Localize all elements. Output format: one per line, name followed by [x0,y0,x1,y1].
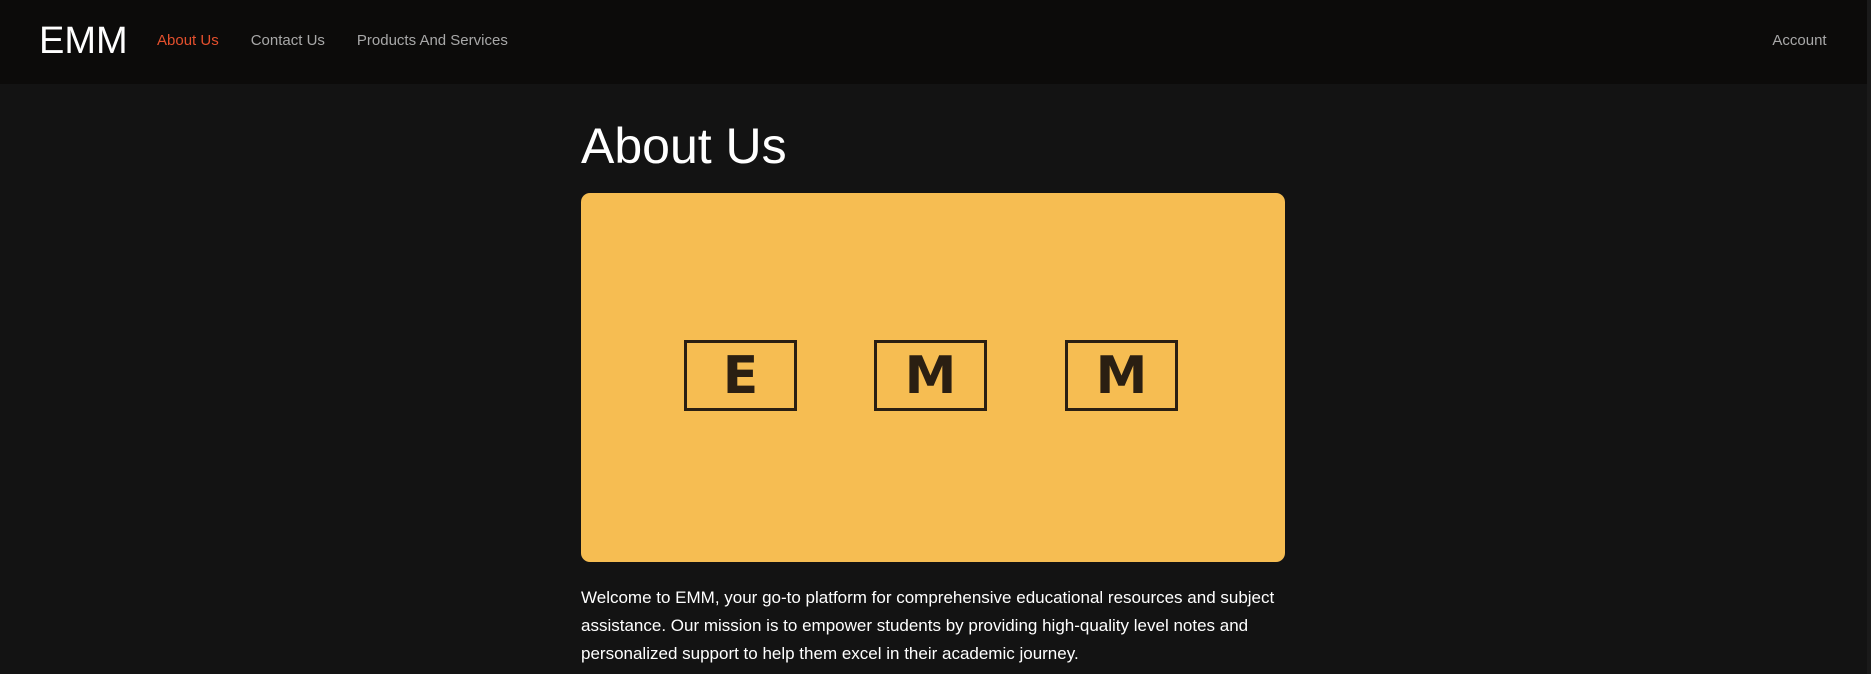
page-title: About Us [581,118,787,174]
intro-paragraph: Welcome to EMM, your go-to platform for … [581,588,1275,663]
logo-letter-box-m-second: M [1065,340,1178,411]
emm-logo-image: E M M [581,193,1285,562]
logo-letter-e: E [722,345,759,406]
logo-letter-box-m-first: M [874,340,987,411]
top-navbar: EMM About Us Contact Us Products And Ser… [0,0,1871,84]
logo-letter-m-second: M [1095,345,1148,406]
nav-link-products-and-services[interactable]: Products And Services [357,30,508,52]
account-link[interactable]: Account [1740,30,1859,52]
main-nav: About Us Contact Us Products And Service… [157,30,540,52]
nav-link-about-us[interactable]: About Us [157,30,219,52]
logo-letter-m-first: M [904,345,957,406]
page-scrollbar[interactable] [1867,0,1871,674]
logo-letter-box-e: E [684,340,797,411]
brand-logo-link[interactable]: EMM [39,18,128,64]
nav-link-contact-us[interactable]: Contact Us [251,30,325,52]
